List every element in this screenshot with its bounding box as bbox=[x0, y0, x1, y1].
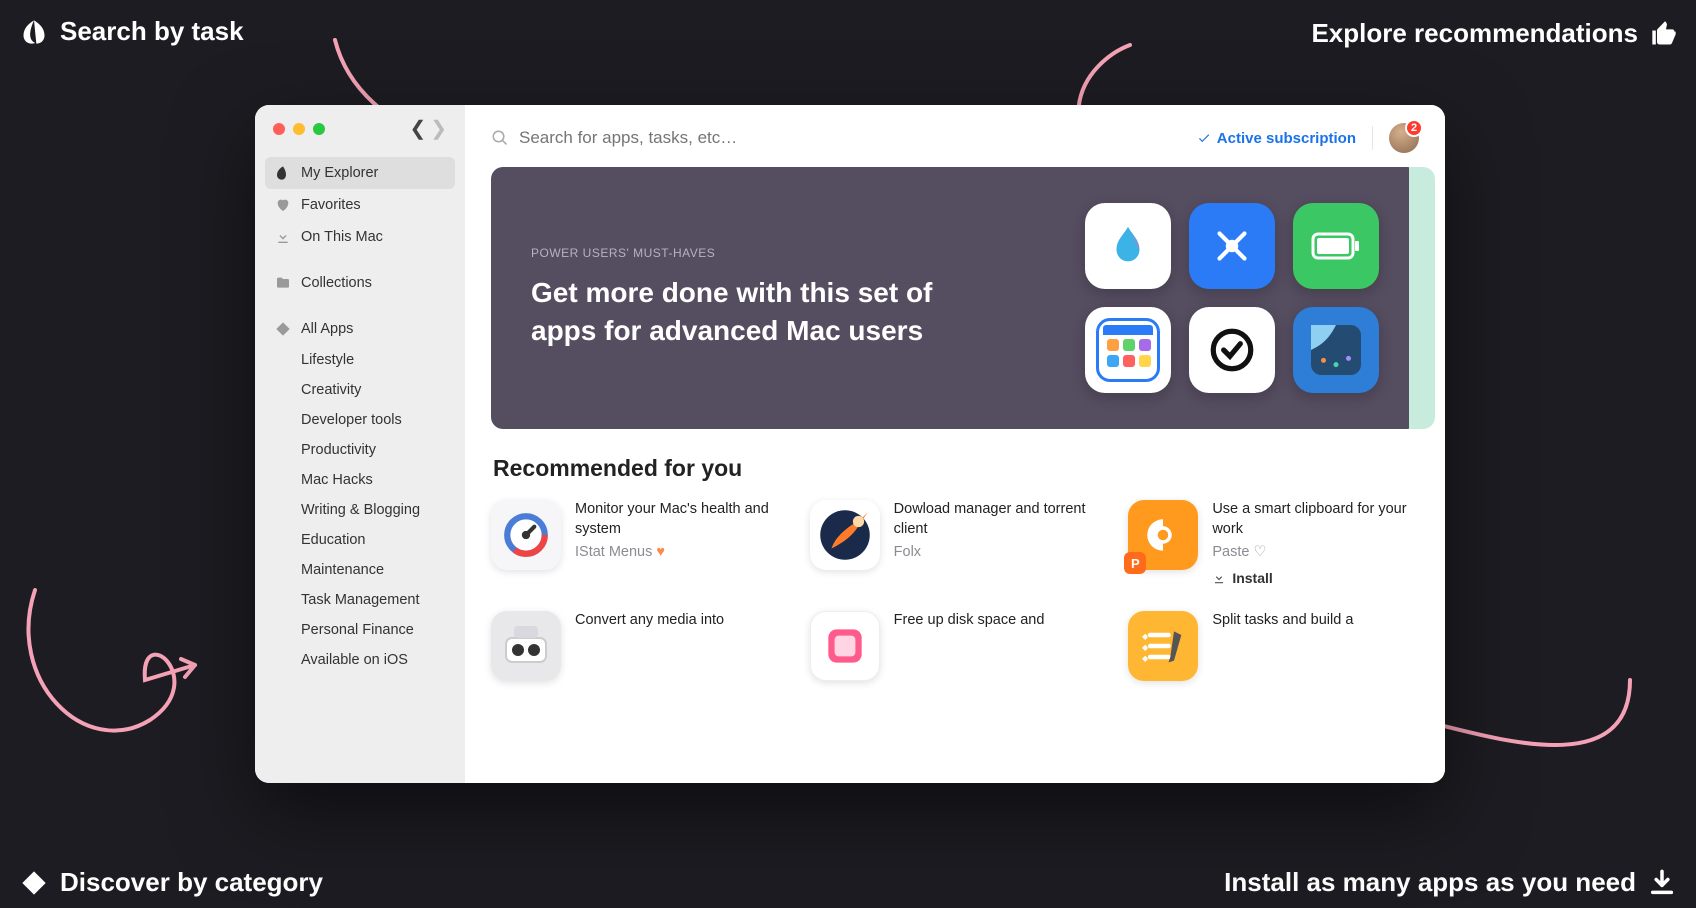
app-icon bbox=[491, 611, 561, 681]
sidebar-item-on-this-mac[interactable]: On This Mac bbox=[265, 221, 455, 253]
sidebar-category-writing-blogging[interactable]: Writing & Blogging bbox=[265, 495, 455, 525]
recommendation-card[interactable]: Free up disk space and bbox=[810, 611, 1101, 681]
subscription-status[interactable]: Active subscription bbox=[1197, 130, 1356, 147]
search-icon bbox=[491, 129, 509, 147]
diamond-icon bbox=[275, 321, 291, 337]
callout-install-apps: Install as many apps as you need bbox=[1224, 867, 1676, 898]
sidebar-item-label: My Explorer bbox=[301, 165, 378, 181]
avatar[interactable]: 2 bbox=[1389, 123, 1419, 153]
scroll-content: POWER USERS' MUST-HAVES Get more done wi… bbox=[465, 167, 1445, 783]
notification-badge: 2 bbox=[1405, 119, 1423, 137]
download-icon bbox=[1212, 571, 1226, 585]
callout-discover-category: Discover by category bbox=[20, 867, 323, 898]
install-button[interactable]: Install bbox=[1212, 570, 1272, 586]
app-window: ❮ ❯ My Explorer Favorites On This Mac Co… bbox=[255, 105, 1445, 783]
close-button[interactable] bbox=[273, 123, 285, 135]
titlebar: ❮ ❯ bbox=[255, 119, 465, 157]
sidebar-category-developer-tools[interactable]: Developer tools bbox=[265, 405, 455, 435]
sidebar-item-my-explorer[interactable]: My Explorer bbox=[265, 157, 455, 189]
sidebar-category-available-ios[interactable]: Available on iOS bbox=[265, 645, 455, 675]
recommendation-card[interactable]: P Use a smart clipboard for your work Pa… bbox=[1128, 500, 1419, 589]
sidebar-item-all-apps[interactable]: All Apps bbox=[265, 313, 455, 345]
search-input[interactable] bbox=[519, 128, 1181, 148]
rec-title: Use a smart clipboard for your work bbox=[1212, 500, 1419, 539]
hero-title: Get more done with this set of apps for … bbox=[531, 274, 951, 350]
app-icon bbox=[1128, 611, 1198, 681]
sidebar-item-label: All Apps bbox=[301, 321, 353, 337]
sidebar-category-maintenance[interactable]: Maintenance bbox=[265, 555, 455, 585]
hero-kicker: POWER USERS' MUST-HAVES bbox=[531, 246, 1055, 260]
topbar: Active subscription 2 bbox=[465, 105, 1445, 167]
callout-label: Discover by category bbox=[60, 867, 323, 898]
sidebar-category-personal-finance[interactable]: Personal Finance bbox=[265, 615, 455, 645]
leaf-icon bbox=[20, 18, 48, 46]
hero-app-icon[interactable] bbox=[1293, 203, 1379, 289]
hero-app-icon[interactable] bbox=[1189, 203, 1275, 289]
sidebar-category-task-management[interactable]: Task Management bbox=[265, 585, 455, 615]
hero-app-icon[interactable] bbox=[1189, 307, 1275, 393]
sidebar-category-education[interactable]: Education bbox=[265, 525, 455, 555]
subscription-label: Active subscription bbox=[1217, 130, 1356, 147]
sidebar-item-favorites[interactable]: Favorites bbox=[265, 189, 455, 221]
next-banner-peek[interactable] bbox=[1409, 167, 1435, 429]
hero-app-icon[interactable] bbox=[1293, 307, 1379, 393]
download-icon bbox=[275, 229, 291, 245]
rec-app-name: Paste ♡ bbox=[1212, 544, 1419, 560]
search-field[interactable] bbox=[491, 128, 1181, 148]
download-icon bbox=[1648, 869, 1676, 897]
rec-app-name: Folx bbox=[894, 544, 1101, 560]
leaf-icon bbox=[275, 165, 291, 181]
hero-app-grid bbox=[1085, 203, 1379, 393]
sidebar-item-label: Collections bbox=[301, 275, 372, 291]
rec-title: Monitor your Mac's health and system bbox=[575, 500, 782, 539]
back-button[interactable]: ❮ bbox=[409, 119, 426, 139]
folder-icon bbox=[275, 275, 291, 291]
hero-app-icon[interactable] bbox=[1085, 307, 1171, 393]
nav-arrows: ❮ ❯ bbox=[409, 119, 447, 139]
callout-label: Install as many apps as you need bbox=[1224, 867, 1636, 898]
callout-label: Search by task bbox=[60, 16, 244, 47]
sidebar-category-mac-hacks[interactable]: Mac Hacks bbox=[265, 465, 455, 495]
sidebar: ❮ ❯ My Explorer Favorites On This Mac Co… bbox=[255, 105, 465, 783]
callout-label: Explore recommendations bbox=[1311, 18, 1638, 49]
diamond-icon bbox=[20, 869, 48, 897]
recommendation-card[interactable]: Split tasks and build a bbox=[1128, 611, 1419, 681]
app-icon bbox=[810, 500, 880, 570]
recommendation-card[interactable]: Dowload manager and torrent client Folx bbox=[810, 500, 1101, 589]
rec-title: Split tasks and build a bbox=[1212, 611, 1419, 631]
check-icon bbox=[1197, 131, 1211, 145]
window-controls bbox=[273, 123, 325, 135]
recommendation-card[interactable]: Monitor your Mac's health and system ISt… bbox=[491, 500, 782, 589]
thumbs-up-icon bbox=[1650, 20, 1678, 48]
app-icon: P bbox=[1128, 500, 1198, 570]
app-icon bbox=[491, 500, 561, 570]
heart-icon bbox=[275, 197, 291, 213]
recommendations-grid: Monitor your Mac's health and system ISt… bbox=[491, 500, 1419, 681]
sidebar-item-label: Favorites bbox=[301, 197, 361, 213]
callout-search-by-task: Search by task bbox=[20, 16, 244, 47]
minimize-button[interactable] bbox=[293, 123, 305, 135]
hero-banner[interactable]: POWER USERS' MUST-HAVES Get more done wi… bbox=[491, 167, 1419, 429]
sidebar-item-collections[interactable]: Collections bbox=[265, 267, 455, 299]
rec-title: Convert any media into bbox=[575, 611, 782, 631]
heart-icon[interactable]: ♡ bbox=[1253, 544, 1266, 560]
sidebar-category-lifestyle[interactable]: Lifestyle bbox=[265, 345, 455, 375]
heart-icon[interactable]: ♥ bbox=[656, 544, 665, 560]
app-icon bbox=[810, 611, 880, 681]
recommendation-card[interactable]: Convert any media into bbox=[491, 611, 782, 681]
callout-recommendations: Explore recommendations bbox=[1311, 18, 1678, 49]
section-title: Recommended for you bbox=[493, 455, 1419, 482]
main-content: Active subscription 2 POWER USERS' MUST-… bbox=[465, 105, 1445, 783]
divider bbox=[1372, 126, 1373, 150]
rec-title: Dowload manager and torrent client bbox=[894, 500, 1101, 539]
sidebar-category-productivity[interactable]: Productivity bbox=[265, 435, 455, 465]
sidebar-item-label: On This Mac bbox=[301, 229, 383, 245]
hero-app-icon[interactable] bbox=[1085, 203, 1171, 289]
rec-app-name: IStat Menus ♥ bbox=[575, 544, 782, 560]
forward-button[interactable]: ❯ bbox=[430, 119, 447, 139]
rec-title: Free up disk space and bbox=[894, 611, 1101, 631]
sidebar-nav: My Explorer Favorites On This Mac Collec… bbox=[255, 157, 465, 675]
zoom-button[interactable] bbox=[313, 123, 325, 135]
sidebar-category-creativity[interactable]: Creativity bbox=[265, 375, 455, 405]
